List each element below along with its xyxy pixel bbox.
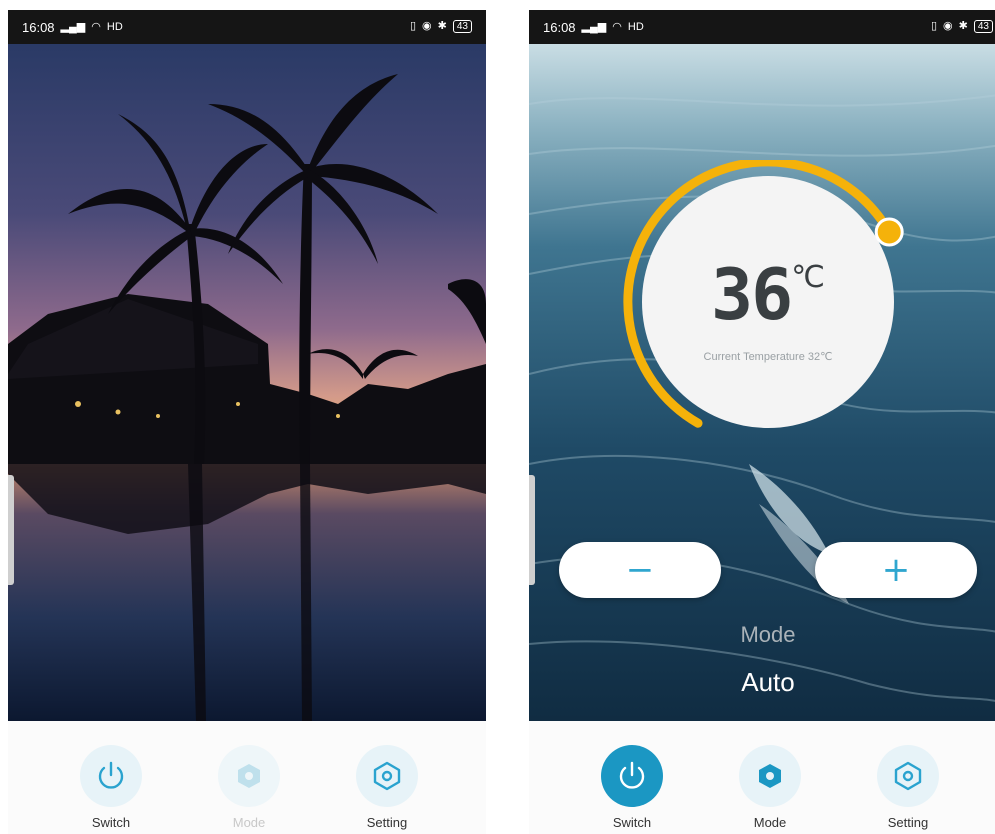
status-time: 16:08 (22, 20, 55, 35)
bottom-nav: Switch Mode Setting (529, 721, 995, 834)
battery-icon: 43 (452, 20, 472, 33)
status-bar: 16:08 ▂▄▆ ◠ HD ▯ ◉ ✱ 43 (529, 10, 995, 44)
nav-setting-label: Setting (366, 815, 408, 830)
nav-setting[interactable]: Setting (858, 745, 958, 830)
nav-switch-label: Switch (612, 815, 652, 830)
bluetooth-icon: ✱ (437, 20, 447, 32)
wifi-icon: ◠ (612, 21, 622, 33)
network-type: HD (627, 21, 644, 33)
background-image (8, 44, 486, 721)
signal-icon: ▂▄▆ (581, 21, 607, 33)
bluetooth-icon: ✱ (958, 20, 968, 32)
vibrate-icon: ▯ (409, 20, 417, 32)
nav-mode: Mode (199, 745, 299, 830)
nav-mode-label: Mode (232, 815, 266, 830)
mode-caption: Mode (740, 622, 796, 647)
nav-setting[interactable]: Setting (337, 745, 437, 830)
power-icon[interactable] (80, 745, 142, 807)
nav-switch[interactable]: Switch (61, 745, 161, 830)
vibrate-icon: ▯ (930, 20, 938, 32)
hexagon-icon[interactable] (739, 745, 801, 807)
network-type: HD (106, 21, 123, 33)
alarm-icon: ◉ (422, 20, 432, 32)
phone-screen-right: 16:08 ▂▄▆ ◠ HD ▯ ◉ ✱ 43 36℃ Current Temp… (529, 10, 995, 834)
nav-switch[interactable]: Switch (582, 745, 682, 830)
hex-gear-icon[interactable] (356, 745, 418, 807)
signal-icon: ▂▄▆ (60, 21, 86, 33)
alarm-icon: ◉ (943, 20, 953, 32)
battery-icon: 43 (973, 20, 993, 33)
status-time: 16:08 (543, 20, 576, 35)
bottom-nav: Switch Mode Setting (8, 721, 486, 834)
edge-handle[interactable] (8, 475, 14, 585)
nav-switch-label: Switch (91, 815, 131, 830)
current-temperature: Current Temperature 32℃ (703, 351, 833, 363)
phone-screen-left: 16:08 ▂▄▆ ◠ HD ▯ ◉ ✱ 43 Switch Mode Sett… (8, 10, 486, 834)
wifi-icon: ◠ (91, 21, 101, 33)
thermostat-dial[interactable]: 36℃ Current Temperature 32℃ (529, 160, 995, 460)
temperature-unit: ℃ (791, 260, 825, 295)
power-icon[interactable] (601, 745, 663, 807)
nav-setting-label: Setting (887, 815, 929, 830)
edge-handle[interactable] (529, 475, 535, 585)
set-temperature: 36℃ (529, 254, 995, 336)
mode-value[interactable]: Auto (529, 667, 995, 698)
dial-knob[interactable] (874, 217, 904, 247)
set-temperature-value: 36 (711, 254, 793, 336)
status-bar: 16:08 ▂▄▆ ◠ HD ▯ ◉ ✱ 43 (8, 10, 486, 44)
increase-button[interactable]: + (815, 542, 977, 598)
decrease-button[interactable]: − (559, 542, 721, 598)
hex-gear-icon[interactable] (877, 745, 939, 807)
hexagon-icon (218, 745, 280, 807)
nav-mode[interactable]: Mode (720, 745, 820, 830)
nav-mode-label: Mode (753, 815, 787, 830)
